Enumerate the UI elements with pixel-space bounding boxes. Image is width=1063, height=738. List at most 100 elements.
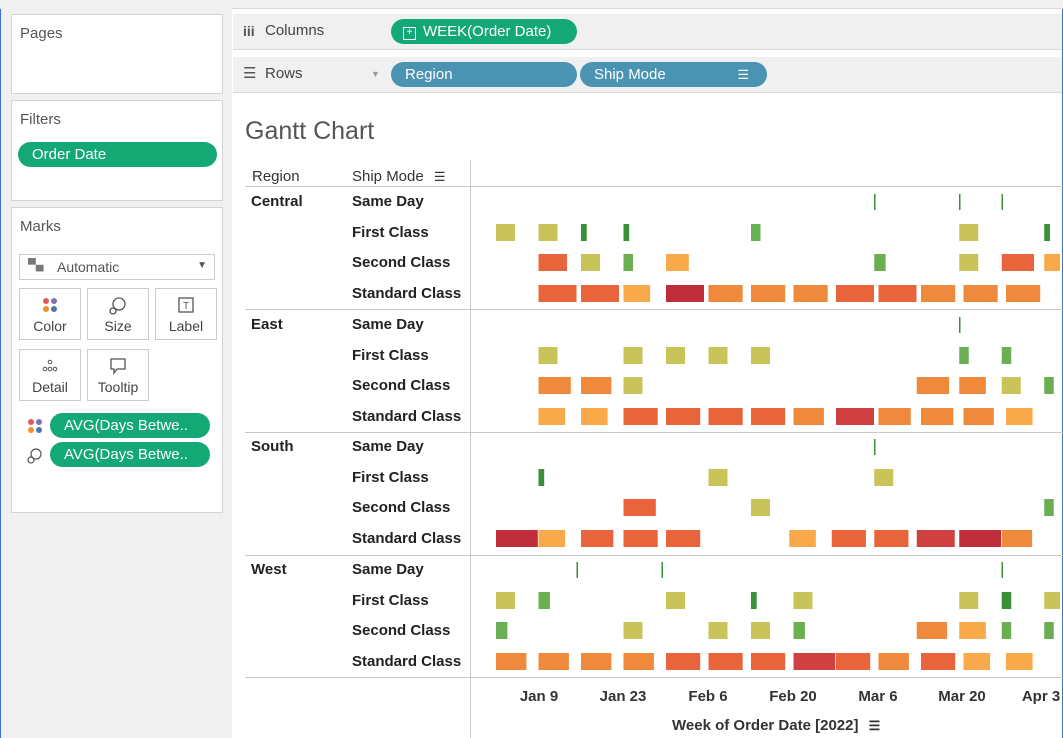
gantt-mark[interactable] bbox=[581, 254, 600, 271]
gantt-mark[interactable] bbox=[623, 377, 643, 394]
gantt-mark[interactable] bbox=[708, 469, 728, 486]
gantt-mark[interactable] bbox=[959, 254, 979, 271]
gantt-mark[interactable] bbox=[751, 224, 761, 241]
gantt-mark[interactable] bbox=[708, 653, 743, 670]
gantt-mark[interactable] bbox=[959, 377, 986, 394]
gantt-mark[interactable] bbox=[538, 285, 577, 302]
gantt-mark[interactable] bbox=[963, 285, 998, 302]
gantt-mark[interactable] bbox=[921, 285, 956, 302]
gantt-mark[interactable] bbox=[581, 285, 619, 302]
gantt-mark[interactable] bbox=[751, 408, 786, 425]
gantt-mark[interactable] bbox=[538, 254, 568, 271]
gantt-mark[interactable] bbox=[708, 408, 743, 425]
gantt-mark[interactable] bbox=[793, 408, 824, 425]
gantt-mark[interactable] bbox=[666, 530, 701, 547]
gantt-mark[interactable] bbox=[538, 653, 569, 670]
gantt-mark[interactable] bbox=[581, 224, 587, 241]
gantt-mark[interactable] bbox=[581, 408, 608, 425]
gantt-mark[interactable] bbox=[496, 622, 508, 639]
gantt-mark[interactable] bbox=[708, 285, 743, 302]
gantt-mark[interactable] bbox=[1044, 499, 1054, 516]
gantt-mark[interactable] bbox=[793, 622, 805, 639]
gantt-mark[interactable] bbox=[666, 408, 701, 425]
gantt-mark[interactable] bbox=[666, 254, 689, 271]
gantt-mark[interactable] bbox=[1006, 653, 1033, 670]
gantt-mark[interactable] bbox=[1001, 622, 1012, 639]
gantt-mark[interactable] bbox=[959, 622, 986, 639]
gantt-mark[interactable] bbox=[1044, 622, 1054, 639]
gantt-mark[interactable] bbox=[623, 622, 643, 639]
gantt-mark[interactable] bbox=[751, 653, 786, 670]
gantt-mark[interactable] bbox=[538, 592, 550, 609]
gantt-mark[interactable] bbox=[496, 224, 515, 241]
gantt-mark[interactable] bbox=[963, 408, 994, 425]
gantt-mark[interactable] bbox=[538, 408, 566, 425]
gantt-mark[interactable] bbox=[623, 285, 651, 302]
gantt-mark[interactable] bbox=[836, 408, 874, 425]
gantt-mark[interactable] bbox=[751, 622, 770, 639]
gantt-mark[interactable] bbox=[496, 592, 515, 609]
gantt-mark[interactable] bbox=[959, 224, 979, 241]
gantt-mark[interactable] bbox=[623, 408, 658, 425]
gantt-mark[interactable] bbox=[836, 285, 874, 302]
gantt-mark[interactable] bbox=[831, 530, 866, 547]
gantt-mark[interactable] bbox=[1044, 377, 1054, 394]
gantt-mark[interactable] bbox=[1044, 224, 1050, 241]
gantt-mark[interactable] bbox=[751, 592, 757, 609]
gantt-mark[interactable] bbox=[623, 653, 654, 670]
gantt-mark[interactable] bbox=[623, 224, 630, 241]
gantt-mark[interactable] bbox=[751, 499, 770, 516]
gantt-mark[interactable] bbox=[916, 530, 955, 547]
gantt-mark[interactable] bbox=[959, 347, 969, 364]
gantt-mark[interactable] bbox=[874, 469, 894, 486]
gantt-mark[interactable] bbox=[1006, 285, 1041, 302]
gantt-mark[interactable] bbox=[874, 254, 886, 271]
gantt-mark[interactable] bbox=[666, 653, 701, 670]
gantt-mark[interactable] bbox=[623, 499, 656, 516]
gantt-mark[interactable] bbox=[1044, 254, 1060, 271]
gantt-mark[interactable] bbox=[666, 347, 685, 364]
gantt-mark[interactable] bbox=[916, 377, 950, 394]
gantt-mark[interactable] bbox=[538, 224, 558, 241]
gantt-mark[interactable] bbox=[878, 653, 909, 670]
gantt-mark[interactable] bbox=[878, 285, 917, 302]
gantt-mark[interactable] bbox=[959, 592, 979, 609]
gantt-mark[interactable] bbox=[1006, 408, 1033, 425]
gantt-mark[interactable] bbox=[878, 408, 911, 425]
gantt-mark[interactable] bbox=[496, 653, 527, 670]
gantt-mark[interactable] bbox=[789, 530, 816, 547]
gantt-mark[interactable] bbox=[1044, 592, 1060, 609]
gantt-mark[interactable] bbox=[874, 530, 909, 547]
gantt-mark[interactable] bbox=[921, 408, 954, 425]
gantt-mark[interactable] bbox=[708, 347, 728, 364]
gantt-mark[interactable] bbox=[921, 653, 956, 670]
gantt-mark[interactable] bbox=[623, 347, 643, 364]
gantt-mark[interactable] bbox=[1001, 377, 1021, 394]
gantt-mark[interactable] bbox=[751, 347, 770, 364]
gantt-mark[interactable] bbox=[538, 377, 571, 394]
gantt-mark[interactable] bbox=[963, 653, 991, 670]
gantt-mark[interactable] bbox=[1001, 254, 1035, 271]
gantt-mark[interactable] bbox=[916, 622, 948, 639]
gantt-mark[interactable] bbox=[538, 469, 545, 486]
gantt-mark[interactable] bbox=[623, 254, 634, 271]
gantt-mark[interactable] bbox=[538, 530, 566, 547]
gantt-mark[interactable] bbox=[751, 285, 786, 302]
gantt-mark[interactable] bbox=[623, 530, 658, 547]
gantt-mark[interactable] bbox=[1001, 347, 1012, 364]
gantt-mark[interactable] bbox=[959, 530, 1002, 547]
gantt-mark[interactable] bbox=[496, 530, 538, 547]
gantt-mark[interactable] bbox=[581, 377, 612, 394]
gantt-mark[interactable] bbox=[836, 653, 871, 670]
gantt-mark[interactable] bbox=[793, 653, 836, 670]
gantt-mark[interactable] bbox=[1001, 592, 1012, 609]
gantt-mark[interactable] bbox=[581, 653, 612, 670]
gantt-mark[interactable] bbox=[793, 285, 828, 302]
gantt-mark[interactable] bbox=[666, 285, 704, 302]
gantt-mark[interactable] bbox=[538, 347, 558, 364]
gantt-mark[interactable] bbox=[708, 622, 728, 639]
gantt-mark[interactable] bbox=[1001, 530, 1033, 547]
gantt-mark[interactable] bbox=[793, 592, 813, 609]
gantt-mark[interactable] bbox=[666, 592, 685, 609]
gantt-mark[interactable] bbox=[581, 530, 614, 547]
